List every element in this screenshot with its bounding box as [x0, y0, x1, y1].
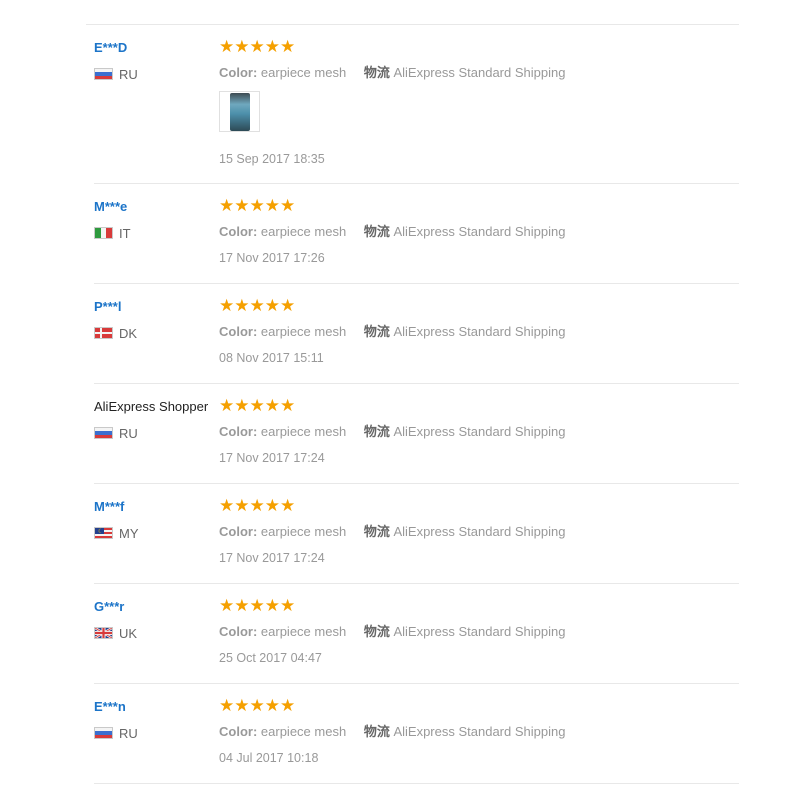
flag-dk-icon [94, 327, 113, 339]
shipping-label: 物流 [363, 724, 390, 739]
review-meta: Color: earpiece mesh 物流 AliExpress Stand… [219, 421, 565, 440]
shipping-value: AliExpress Standard Shipping [393, 724, 566, 739]
color-value: earpiece mesh [260, 324, 347, 339]
star-rating: ★★★★★ [219, 496, 296, 515]
shipping-info: 物流 AliExpress Standard Shipping [364, 524, 566, 539]
shipping-label: 物流 [363, 224, 390, 239]
feedback-list: E***D RU ★★★★★ Color: earpiece mesh 物流 A… [0, 0, 800, 800]
review-date: 08 Nov 2017 15:11 [219, 351, 324, 365]
shipping-info: 物流 AliExpress Standard Shipping [364, 424, 566, 439]
country-code: MY [119, 525, 139, 541]
review-divider [94, 283, 739, 284]
star-rating: ★★★★★ [219, 596, 296, 615]
color-label: Color: [219, 65, 258, 80]
shipping-label: 物流 [363, 65, 390, 80]
shipping-info: 物流 AliExpress Standard Shipping [364, 65, 566, 80]
review-meta: Color: earpiece mesh 物流 AliExpress Stand… [219, 221, 565, 240]
review-divider [94, 783, 739, 784]
review-divider [94, 683, 739, 684]
review-divider [94, 583, 739, 584]
shipping-info: 物流 AliExpress Standard Shipping [364, 324, 566, 339]
flag-ru-icon [94, 727, 113, 739]
star-rating: ★★★★★ [219, 196, 296, 215]
color-label: Color: [219, 524, 258, 539]
color-value: earpiece mesh [260, 524, 347, 539]
review-meta: Color: earpiece mesh 物流 AliExpress Stand… [219, 721, 565, 740]
color-label: Color: [219, 324, 258, 339]
shipping-value: AliExpress Standard Shipping [393, 524, 566, 539]
flag-it-icon [94, 227, 113, 239]
flag-ru-icon [94, 68, 113, 80]
color-label: Color: [219, 624, 258, 639]
review-divider [94, 483, 739, 484]
color-label: Color: [219, 724, 258, 739]
flag-my-icon: ☾ [94, 527, 113, 539]
review-meta: Color: earpiece mesh 物流 AliExpress Stand… [219, 621, 565, 640]
reviewer-country: IT [94, 225, 131, 241]
country-code: IT [119, 225, 131, 241]
reviewer-name[interactable]: P***l [94, 299, 121, 314]
shipping-value: AliExpress Standard Shipping [393, 65, 566, 80]
star-rating: ★★★★★ [219, 396, 296, 415]
star-rating: ★★★★★ [219, 37, 296, 56]
review-divider [94, 383, 739, 384]
flag-ru-icon [94, 427, 113, 439]
reviewer-country: UK [94, 625, 137, 641]
shipping-value: AliExpress Standard Shipping [393, 624, 566, 639]
star-rating: ★★★★★ [219, 296, 296, 315]
reviewer-name[interactable]: E***D [94, 40, 127, 55]
review-date: 17 Nov 2017 17:24 [219, 551, 325, 565]
reviewer-name[interactable]: G***r [94, 599, 124, 614]
shipping-label: 物流 [363, 624, 390, 639]
reviewer-name: AliExpress Shopper [94, 399, 209, 414]
color-value: earpiece mesh [260, 65, 347, 80]
shipping-info: 物流 AliExpress Standard Shipping [364, 224, 566, 239]
color-label: Color: [219, 424, 258, 439]
country-code: RU [119, 725, 138, 741]
review-date: 04 Jul 2017 10:18 [219, 751, 319, 765]
review-divider [94, 183, 739, 184]
shipping-label: 物流 [363, 524, 390, 539]
country-code: UK [119, 625, 138, 641]
review-date: 15 Sep 2017 18:35 [219, 152, 325, 166]
shipping-value: AliExpress Standard Shipping [393, 324, 566, 339]
reviewer-name[interactable]: M***f [94, 499, 124, 514]
review-photo-thumbnail[interactable] [219, 91, 260, 132]
reviewer-country: RU [94, 725, 138, 741]
reviewer-name[interactable]: E***n [94, 699, 126, 714]
shipping-label: 物流 [363, 324, 390, 339]
color-value: earpiece mesh [260, 724, 347, 739]
shipping-info: 物流 AliExpress Standard Shipping [364, 724, 566, 739]
shipping-info: 物流 AliExpress Standard Shipping [364, 624, 566, 639]
reviewer-country: RU [94, 66, 138, 82]
review-meta: Color: earpiece mesh 物流 AliExpress Stand… [219, 321, 565, 340]
color-value: earpiece mesh [260, 424, 347, 439]
country-code: DK [119, 325, 138, 341]
color-value: earpiece mesh [260, 624, 347, 639]
top-divider [86, 24, 739, 25]
shipping-value: AliExpress Standard Shipping [393, 424, 566, 439]
shipping-label: 物流 [363, 424, 390, 439]
color-label: Color: [219, 224, 258, 239]
color-value: earpiece mesh [260, 224, 347, 239]
review-meta: Color: earpiece mesh 物流 AliExpress Stand… [219, 62, 565, 81]
review-date: 17 Nov 2017 17:26 [219, 251, 325, 265]
reviewer-country: RU [94, 425, 138, 441]
reviewer-country: ☾ MY [94, 525, 139, 541]
reviewer-name[interactable]: M***e [94, 199, 127, 214]
reviewer-country: DK [94, 325, 137, 341]
shipping-value: AliExpress Standard Shipping [393, 224, 566, 239]
photo-image [230, 93, 250, 131]
review-meta: Color: earpiece mesh 物流 AliExpress Stand… [219, 521, 565, 540]
star-rating: ★★★★★ [219, 696, 296, 715]
country-code: RU [119, 425, 138, 441]
country-code: RU [119, 66, 138, 82]
review-date: 25 Oct 2017 04:47 [219, 651, 322, 665]
flag-uk-icon [94, 627, 113, 639]
review-date: 17 Nov 2017 17:24 [219, 451, 325, 465]
